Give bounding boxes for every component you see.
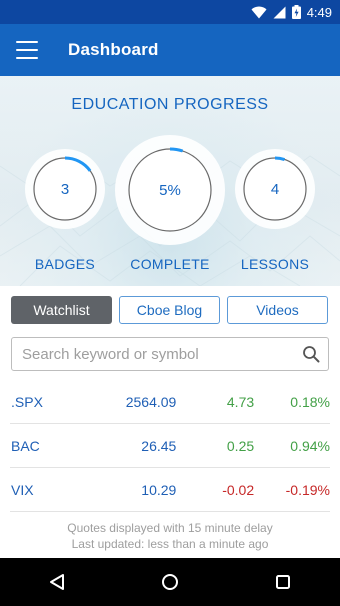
row-symbol: .SPX (11, 393, 43, 410)
search-bar (11, 337, 329, 371)
tab-videos[interactable]: Videos (227, 296, 328, 324)
row-change: 0.25 (226, 437, 255, 454)
row-price: 2564.09 (125, 393, 177, 410)
education-progress-heading: EDUCATION PROGRESS (71, 96, 269, 113)
search-icon[interactable] (302, 345, 320, 363)
row-percent: 0.18% (290, 393, 330, 410)
menu-icon[interactable] (16, 41, 38, 59)
row-symbol: VIX (11, 481, 34, 498)
complete-ring[interactable]: 5% (114, 134, 226, 246)
watchlist-table: .SPX 2564.09 4.73 0.18% BAC 26.45 0.25 0… (0, 380, 340, 512)
home-button[interactable] (140, 558, 200, 606)
lessons-label: LESSONS (240, 256, 310, 272)
app-toolbar: Dashboard (0, 24, 340, 76)
battery-icon (291, 5, 301, 19)
lessons-count: 4 (270, 180, 280, 198)
cell-signal-icon (273, 6, 286, 18)
badges-count: 3 (60, 180, 70, 198)
complete-label: COMPLETE (130, 256, 210, 272)
table-row[interactable]: .SPX 2564.09 4.73 0.18% (10, 380, 330, 424)
row-change: -0.02 (222, 481, 255, 498)
row-change: 4.73 (226, 393, 255, 410)
content-tabs: Watchlist Cboe Blog Videos (11, 296, 329, 326)
table-row[interactable]: BAC 26.45 0.25 0.94% (10, 424, 330, 468)
wifi-icon (251, 6, 267, 18)
delay-notice: Quotes displayed with 15 minute delay (67, 521, 273, 535)
recents-icon (276, 575, 291, 589)
badges-ring[interactable]: 3 (24, 148, 106, 230)
back-button[interactable] (27, 558, 87, 606)
home-icon (161, 574, 178, 590)
quote-delay-note: Quotes displayed with 15 minute delay La… (0, 520, 340, 552)
badges-label: BADGES (34, 256, 96, 272)
tab-cboe-blog[interactable]: Cboe Blog (119, 296, 220, 324)
system-nav-bar (0, 558, 340, 606)
education-progress-panel: EDUCATION PROGRESS 3 BADGES 5% COMPLETE … (0, 76, 340, 286)
tab-watchlist[interactable]: Watchlist (11, 296, 112, 324)
row-percent: 0.94% (290, 437, 330, 454)
table-row[interactable]: VIX 10.29 -0.02 -0.19% (10, 468, 330, 512)
row-percent: -0.19% (285, 481, 330, 498)
status-time: 4:49 (306, 4, 332, 20)
status-bar: 4:49 (0, 0, 340, 24)
complete-percent: 5% (159, 181, 181, 199)
lessons-ring[interactable]: 4 (234, 148, 316, 230)
search-input[interactable] (20, 344, 302, 364)
last-updated: Last updated: less than a minute ago (71, 537, 269, 551)
row-price: 10.29 (141, 481, 177, 498)
row-price: 26.45 (141, 437, 177, 454)
back-icon (49, 574, 64, 590)
page-title: Dashboard (68, 40, 159, 59)
row-symbol: BAC (11, 437, 40, 454)
recents-button[interactable] (253, 558, 313, 606)
